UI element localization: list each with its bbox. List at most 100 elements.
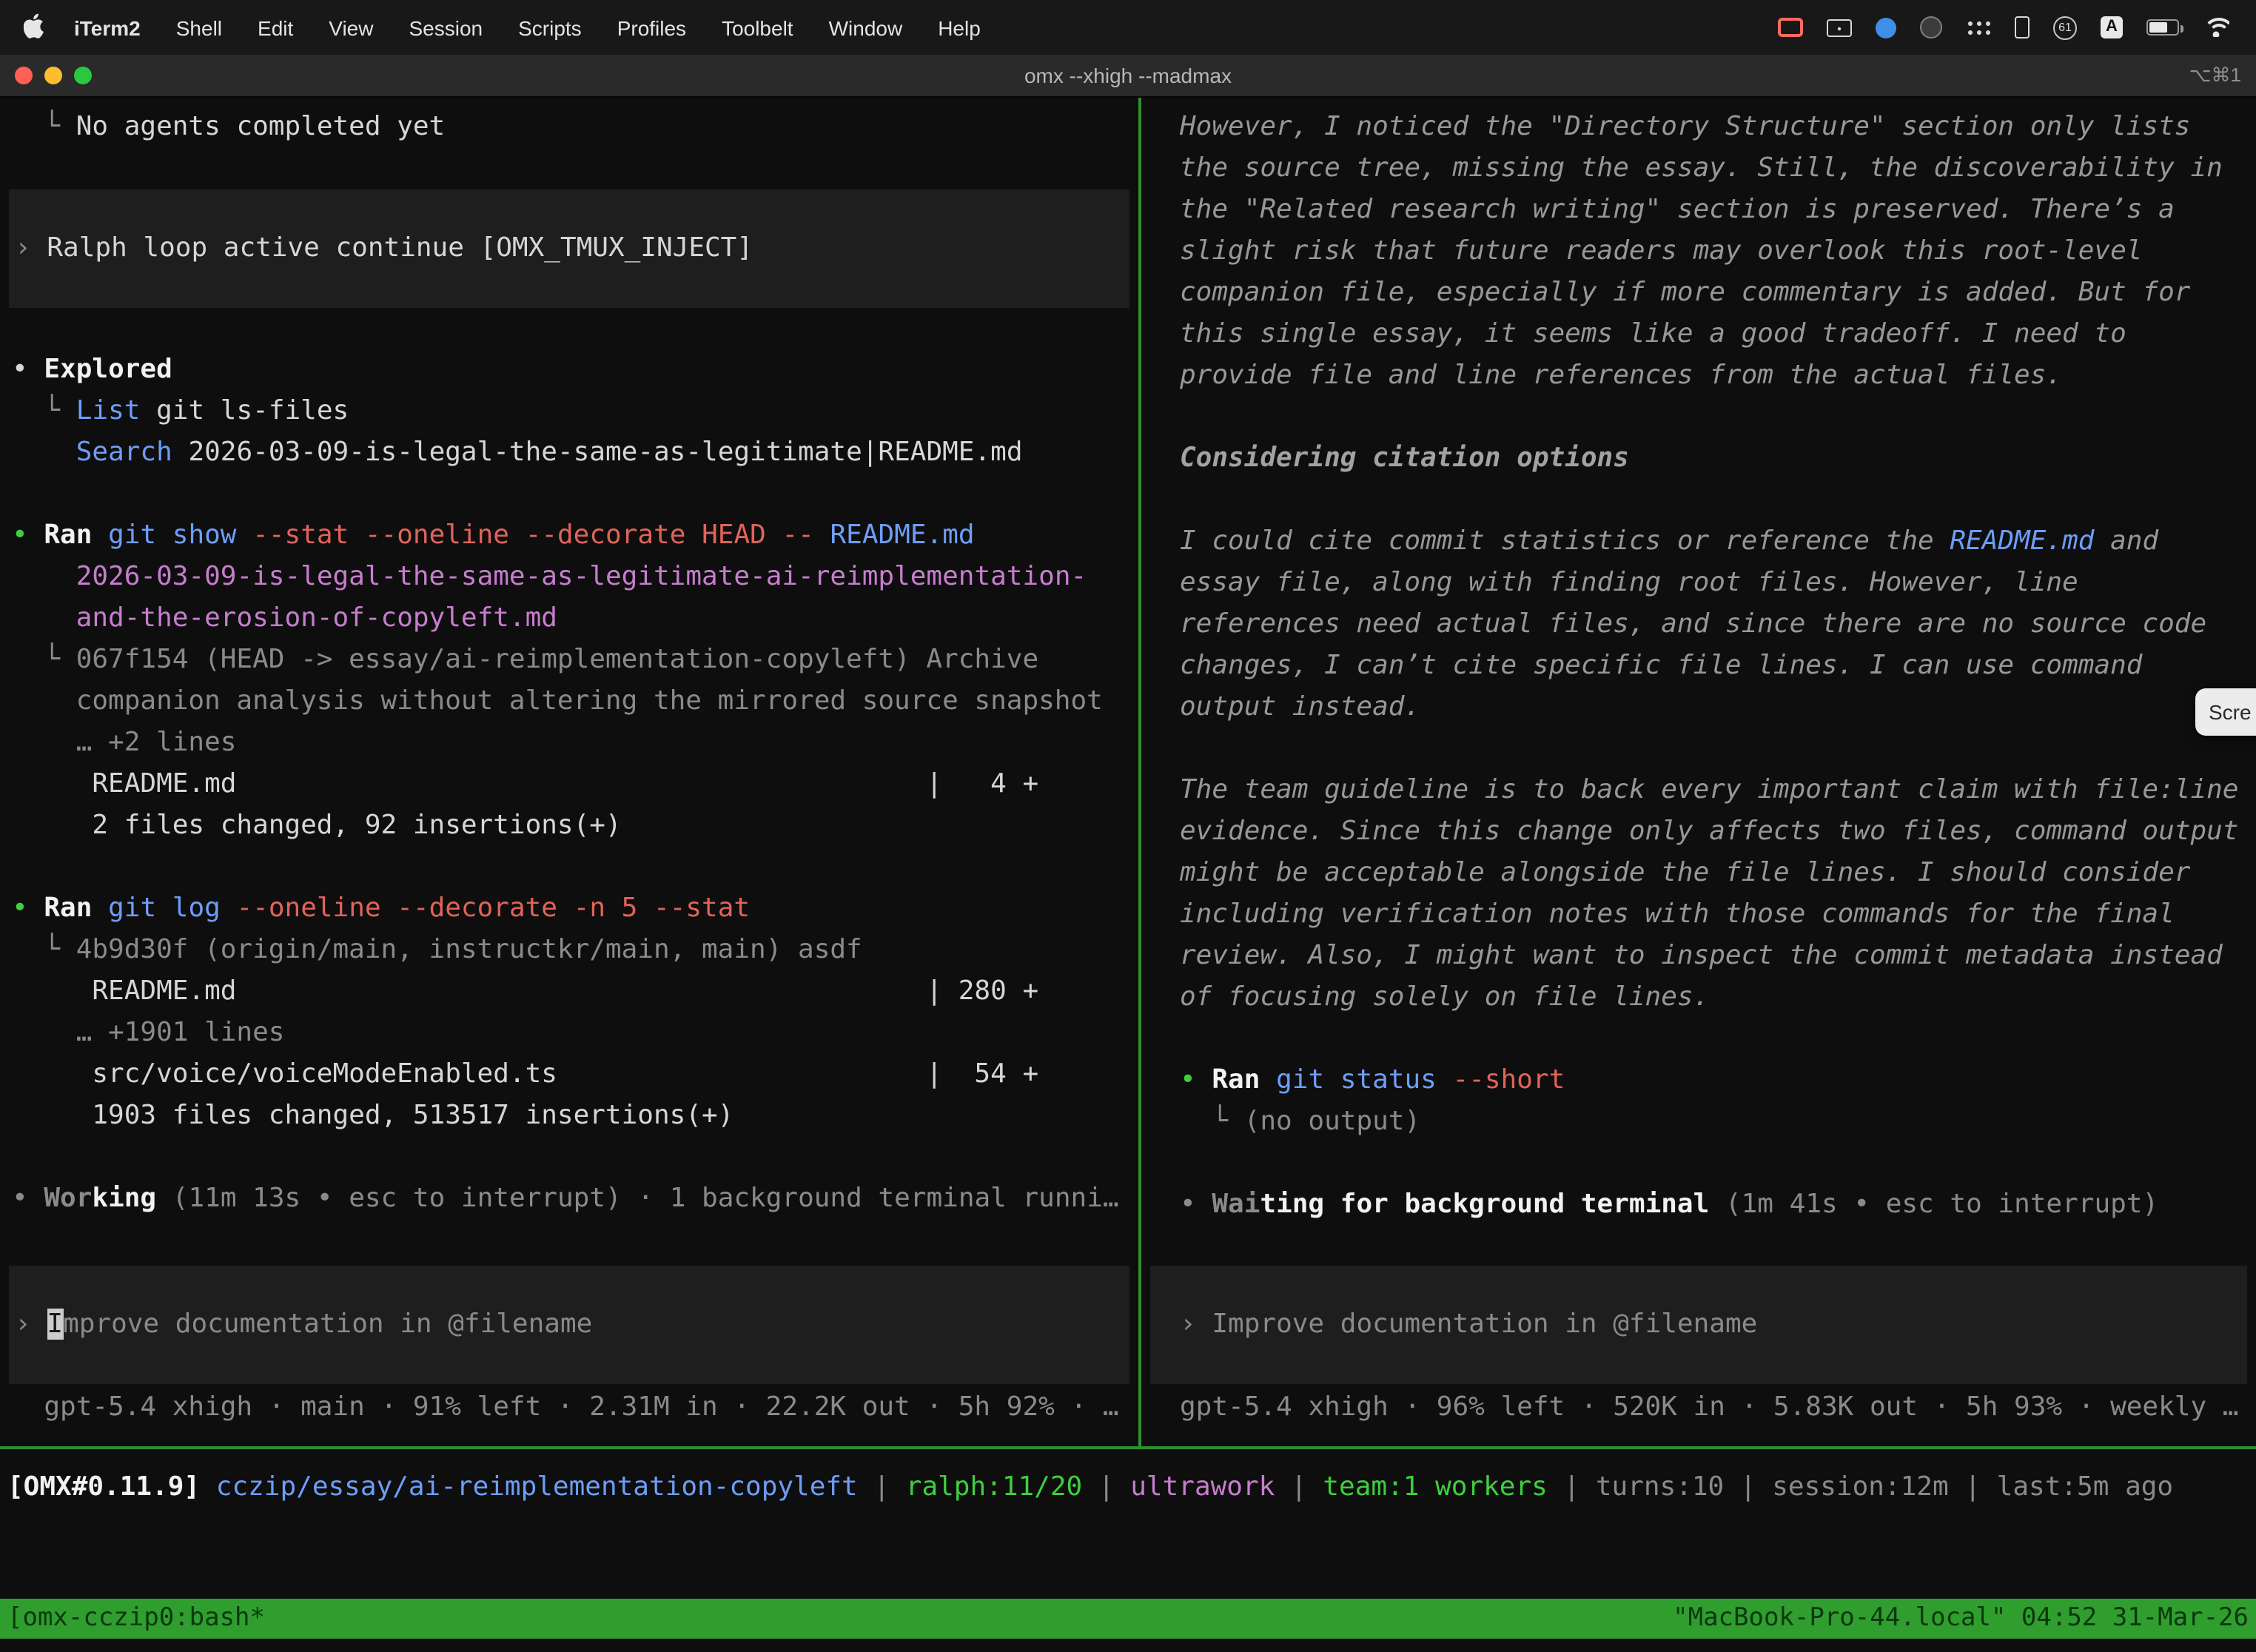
- text-segment: git status: [1276, 1064, 1437, 1095]
- wifi-icon[interactable]: [2203, 18, 2229, 37]
- blank-line: [1141, 480, 2256, 521]
- menu-item-toolbelt[interactable]: Toolbelt: [704, 16, 811, 39]
- text-segment: └ 067f154 (HEAD -> essay/ai-reimplementa…: [12, 644, 1038, 675]
- terminal-line: The team guideline is to back every impo…: [1141, 770, 2256, 811]
- text-segment: including verification notes with those …: [1180, 899, 2175, 930]
- text-segment: 2 files changed, 92 insertions(+): [12, 810, 622, 841]
- text-segment: └: [12, 111, 76, 142]
- prompt-text: › Ralph loop active continue [OMX_TMUX_I…: [9, 228, 1129, 269]
- menu-item-view[interactable]: View: [311, 16, 391, 39]
- text-segment: ›: [15, 1309, 47, 1340]
- text-segment: 1903 files changed, 513517 insertions(+): [12, 1100, 733, 1131]
- terminal-line: changes, I can’t cite specific file line…: [1141, 645, 2256, 687]
- menu-item-window[interactable]: Window: [811, 16, 921, 39]
- text-segment: changes, I can’t cite specific file line…: [1180, 650, 2142, 681]
- blank-line: [1141, 1143, 2256, 1184]
- text-segment: this single essay, it seems like a good …: [1180, 318, 2126, 349]
- text-segment: I could cite commit statistics or refere…: [1180, 526, 1950, 557]
- close-button[interactable]: [15, 67, 33, 84]
- menu-item-help[interactable]: Help: [920, 16, 998, 39]
- text-segment: Improve documentation in @filename: [1212, 1309, 1757, 1340]
- menu-item-shell[interactable]: Shell: [158, 16, 240, 39]
- text-segment: the source tree, missing the essay. Stil…: [1180, 152, 2223, 184]
- text-segment: references need actual files, and since …: [1180, 608, 2206, 639]
- text-segment: gpt-5.4 xhigh · main · 91% left · 2.31M …: [12, 1391, 1119, 1423]
- text-segment: evidence. Since this change only affects…: [1180, 816, 2239, 847]
- horizontal-divider: [0, 1446, 2256, 1449]
- text-segment: --short: [1453, 1064, 1565, 1095]
- text-segment: |: [1082, 1471, 1130, 1502]
- text-segment: ›: [15, 232, 47, 263]
- terminal-line: However, I noticed the "Directory Struct…: [1141, 107, 2256, 148]
- screenshot-thumbnail[interactable]: Scre: [2195, 688, 2256, 736]
- text-segment: Wai: [1212, 1189, 1260, 1220]
- terminal-line: slight risk that future readers may over…: [1141, 231, 2256, 272]
- apple-menu[interactable]: [21, 13, 56, 42]
- blue-app-icon[interactable]: [1876, 17, 1896, 38]
- battery-icon[interactable]: [2146, 19, 2179, 36]
- terminal-line: … +1901 lines: [0, 1013, 1138, 1054]
- terminal-line: and-the-erosion-of-copyleft.md: [0, 598, 1138, 639]
- menu-item-scripts[interactable]: Scripts: [500, 16, 600, 39]
- text-segment: Explored: [44, 354, 172, 385]
- tmux-session-label: [omx-cczip0:bash*: [7, 1599, 265, 1639]
- text-segment: |: [1275, 1471, 1323, 1502]
- keyboard-icon[interactable]: [1827, 19, 1852, 36]
- text-segment: [1260, 1064, 1276, 1095]
- prompt-input-panel[interactable]: › Improve documentation in @filename: [1150, 1266, 2247, 1384]
- zoom-button[interactable]: [74, 67, 92, 84]
- menu-item-profiles[interactable]: Profiles: [600, 16, 704, 39]
- blank-line: [0, 1137, 1138, 1178]
- text-segment: might be acceptable alongside the file l…: [1180, 857, 2190, 888]
- terminal-line: • Ran git show --stat --oneline --decora…: [0, 515, 1138, 557]
- text-segment: └: [12, 395, 76, 426]
- apple-icon: [24, 13, 44, 38]
- device-icon[interactable]: [2015, 16, 2030, 38]
- text-segment: README.md | 280 +: [12, 976, 1038, 1007]
- terminal-line: the source tree, missing the essay. Stil…: [1141, 148, 2256, 189]
- text-segment: •: [12, 1183, 44, 1214]
- text-segment: Ran: [44, 893, 92, 924]
- terminal-line: including verification notes with those …: [1141, 894, 2256, 936]
- menu-item-session[interactable]: Session: [391, 16, 500, 39]
- text-segment: [221, 893, 237, 924]
- menu-app-name[interactable]: iTerm2: [56, 16, 158, 39]
- menu-item-edit[interactable]: Edit: [240, 16, 311, 39]
- battery-percentage-icon[interactable]: 61: [2053, 16, 2077, 39]
- text-segment: … +1901 lines: [12, 1017, 284, 1048]
- text-segment: of focusing solely on file lines.: [1180, 981, 1709, 1013]
- terminal-line: README.md | 4 +: [0, 764, 1138, 805]
- dots-grid-icon[interactable]: [1966, 19, 1991, 36]
- blank-line: [1141, 1018, 2256, 1060]
- terminal-line: └ List git ls-files: [0, 391, 1138, 432]
- text-segment: git ls-files: [140, 395, 349, 426]
- text-segment: [1437, 1064, 1453, 1095]
- text-segment: | turns:10 | session:12m | last:5m ago: [1548, 1471, 2173, 1502]
- minimize-button[interactable]: [44, 67, 62, 84]
- text-segment: [814, 520, 830, 551]
- text-segment: companion analysis without altering the …: [12, 685, 1103, 716]
- tmux-host-clock: "MacBook-Pro-44.local" 04:52 31-Mar-26: [1673, 1599, 2249, 1639]
- terminal-line: companion file, especially if more comme…: [1141, 272, 2256, 314]
- text-segment: •: [12, 520, 44, 551]
- terminal-line: 1903 files changed, 513517 insertions(+): [0, 1095, 1138, 1137]
- text-segment: I: [47, 1309, 63, 1340]
- blank-line: [0, 148, 1138, 189]
- terminal-area: └ No agents completed yet› Ralph loop ac…: [0, 98, 2256, 1446]
- prompt-input-panel[interactable]: › Improve documentation in @filename: [9, 1266, 1129, 1384]
- text-segment: •: [1180, 1064, 1212, 1095]
- terminal-line: this single essay, it seems like a good …: [1141, 314, 2256, 355]
- input-source-icon[interactable]: A: [2101, 16, 2123, 38]
- pane-status-line: gpt-5.4 xhigh · main · 91% left · 2.31M …: [0, 1387, 1138, 1428]
- text-segment: and: [2094, 526, 2158, 557]
- ralph-status-panel[interactable]: › Ralph loop active continue [OMX_TMUX_I…: [9, 189, 1129, 308]
- text-segment: (11m 13s • esc to interrupt) · 1 backgro…: [156, 1183, 1118, 1214]
- text-segment: README.md | 4 +: [12, 768, 1038, 799]
- text-segment: review. Also, I might want to inspect th…: [1180, 940, 2223, 971]
- screen-recording-icon[interactable]: [1778, 18, 1803, 37]
- dark-app-icon[interactable]: [1920, 16, 1942, 38]
- text-segment: [12, 561, 76, 592]
- terminal-line: └ (no output): [1141, 1101, 2256, 1143]
- text-segment: |: [858, 1471, 906, 1502]
- menubar-status-icons: 61 A: [1778, 16, 2235, 39]
